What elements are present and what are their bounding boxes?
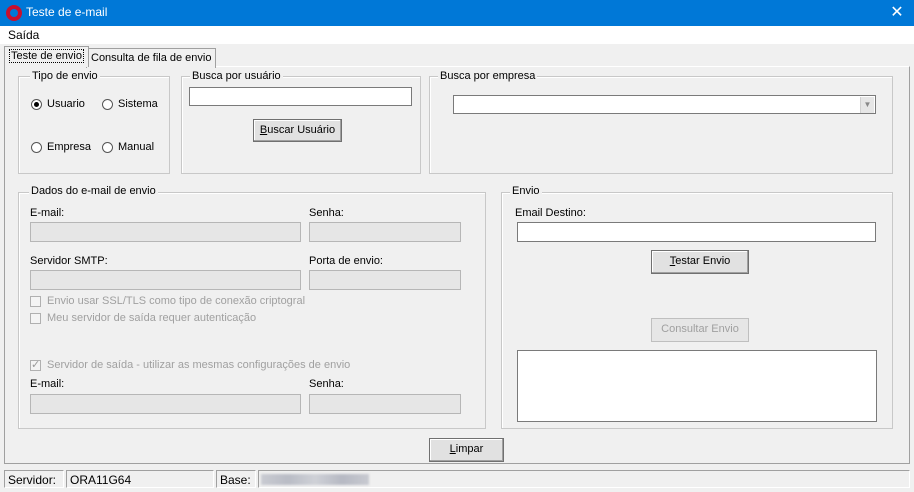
group-legend: Busca por empresa	[438, 70, 538, 82]
radio-manual[interactable]	[102, 142, 113, 153]
window-title: Teste de e-mail	[26, 5, 108, 19]
same-config-label: Servidor de saída - utilizar as mesmas c…	[47, 359, 351, 371]
app-logo-icon	[6, 5, 22, 21]
radio-usuario[interactable]	[31, 99, 42, 110]
tab-teste-de-envio[interactable]: Teste de envio	[4, 46, 89, 67]
buscar-usuario-button[interactable]: Buscar Usuário	[253, 119, 342, 142]
group-busca-empresa	[429, 76, 893, 174]
smtp-label: Servidor SMTP:	[30, 255, 108, 267]
auth-checkbox	[30, 313, 41, 324]
radio-label: Empresa	[47, 141, 92, 153]
radio-label: Usuario	[47, 98, 85, 110]
email-destino-label: Email Destino:	[515, 207, 586, 219]
redacted-base-value	[261, 474, 369, 485]
envio-result-textarea[interactable]	[517, 350, 877, 422]
radio-label: Manual	[118, 141, 155, 153]
senha2-field	[309, 394, 461, 414]
limpar-button[interactable]: Limpar	[429, 438, 504, 462]
ssl-checkbox	[30, 296, 41, 307]
email2-label: E-mail:	[30, 378, 65, 390]
smtp-field	[30, 270, 301, 290]
status-servidor-label: Servidor:	[4, 470, 64, 488]
group-tipo-envio	[18, 76, 170, 174]
senha2-label: Senha:	[309, 378, 344, 390]
group-legend: Busca por usuário	[190, 70, 283, 82]
email-label: E-mail:	[30, 207, 65, 219]
radio-label: Sistema	[118, 98, 158, 110]
status-servidor-value: ORA11G64	[66, 470, 214, 488]
status-base-value	[258, 470, 910, 488]
radio-empresa[interactable]	[31, 142, 42, 153]
tab-label: Teste de envio	[9, 49, 84, 63]
same-config-checkbox	[30, 358, 41, 371]
title-bar: Teste de e-mail ✕	[0, 0, 914, 26]
email-field	[30, 222, 301, 242]
status-base-label: Base:	[216, 470, 256, 488]
tab-consulta-fila[interactable]: Consulta de fila de envio	[86, 48, 217, 68]
menu-item-saida[interactable]: Saída	[8, 28, 39, 42]
testar-envio-button[interactable]: Testar Envio	[651, 250, 749, 274]
radio-sistema[interactable]	[102, 99, 113, 110]
senha-field	[309, 222, 461, 242]
button-label: uscar Usuário	[267, 124, 336, 136]
consultar-envio-button: Consultar Envio	[651, 318, 749, 342]
ssl-label: Envio usar SSL/TLS como tipo de conexão …	[47, 295, 306, 307]
busca-usuario-input[interactable]	[189, 87, 412, 106]
close-icon[interactable]: ✕	[880, 0, 914, 26]
button-label: impar	[455, 443, 484, 455]
email-destino-input[interactable]	[517, 222, 876, 242]
email2-field	[30, 394, 301, 414]
auth-label: Meu servidor de saída requer autenticaçã…	[47, 312, 257, 324]
empresa-select[interactable]: ▼	[453, 95, 876, 114]
button-label: estar Envio	[675, 255, 731, 267]
porta-field	[309, 270, 461, 290]
chevron-down-icon[interactable]: ▼	[860, 97, 874, 113]
menu-bar: Saída	[0, 26, 914, 44]
group-legend: Dados do e-mail de envio	[29, 185, 158, 197]
porta-label: Porta de envio:	[309, 255, 383, 267]
senha-label: Senha:	[309, 207, 344, 219]
group-legend: Tipo de envio	[30, 70, 100, 82]
group-legend: Envio	[510, 185, 542, 197]
